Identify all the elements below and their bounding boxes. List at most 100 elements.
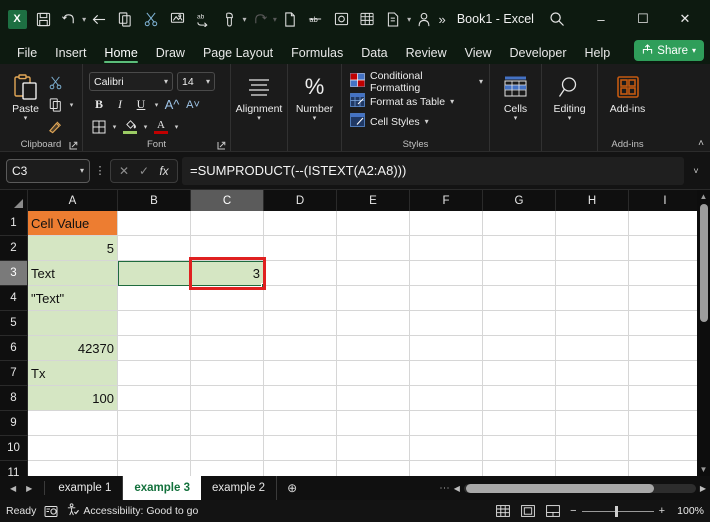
save-icon[interactable] (30, 6, 56, 32)
underline-button[interactable]: U (131, 95, 151, 114)
cell-F4[interactable] (410, 286, 483, 311)
zoom-slider[interactable]: − + (570, 505, 665, 517)
horizontal-scrollbar[interactable] (463, 483, 696, 493)
cell-D6[interactable] (264, 336, 337, 361)
italic-button[interactable]: I (110, 95, 130, 114)
scroll-left-icon[interactable]: ◀ (454, 484, 460, 493)
cell-I8[interactable] (629, 386, 702, 411)
cell-I7[interactable] (629, 361, 702, 386)
cell-B9[interactable] (118, 411, 191, 436)
collapse-ribbon-button[interactable]: ˄ (698, 138, 704, 149)
paste-button[interactable]: Paste ▾ (6, 70, 45, 122)
zoom-thumb[interactable] (614, 505, 618, 517)
cell-G10[interactable] (483, 436, 556, 461)
cell-G2[interactable] (483, 236, 556, 261)
row-header-3[interactable]: 3 (0, 261, 28, 286)
cell-B5[interactable] (118, 311, 191, 336)
number-chevron-down-icon[interactable]: ▾ (313, 115, 317, 122)
name-box[interactable]: C3 ▾ (6, 158, 90, 183)
next-sheet-icon[interactable]: ▶ (26, 484, 32, 493)
cell-E7[interactable] (337, 361, 410, 386)
tab-help[interactable]: Help (576, 46, 620, 64)
cell-G3[interactable] (483, 261, 556, 286)
cell-E8[interactable] (337, 386, 410, 411)
cell-F1[interactable] (410, 211, 483, 236)
tab-draw[interactable]: Draw (147, 46, 194, 64)
enter-formula-button[interactable]: ✓ (135, 164, 153, 178)
cell-C8[interactable] (191, 386, 264, 411)
tab-insert[interactable]: Insert (46, 46, 95, 64)
formula-input[interactable]: =SUMPRODUCT(--(ISTEXT(A2:A8))) (182, 156, 684, 185)
bold-button[interactable]: B (89, 95, 109, 114)
cell-C2[interactable] (191, 236, 264, 261)
cell-D11[interactable] (264, 461, 337, 476)
cell-A11[interactable] (28, 461, 118, 476)
row-header-7[interactable]: 7 (0, 361, 28, 386)
person-icon[interactable] (411, 6, 437, 32)
camera-icon[interactable] (329, 6, 355, 32)
cell-H8[interactable] (556, 386, 629, 411)
cell-styles-button[interactable]: Cell Styles ▾ (350, 113, 483, 130)
cell-I2[interactable] (629, 236, 702, 261)
cut-icon[interactable] (138, 6, 164, 32)
tab-review[interactable]: Review (397, 46, 456, 64)
cell-D1[interactable] (264, 211, 337, 236)
editing-chevron-down-icon[interactable]: ▾ (568, 115, 572, 122)
excel-app-icon[interactable]: X (4, 6, 30, 32)
cell-D8[interactable] (264, 386, 337, 411)
column-header-d[interactable]: D (264, 190, 337, 211)
close-button[interactable]: ✕ (664, 0, 706, 38)
cell-D9[interactable] (264, 411, 337, 436)
normal-view-button[interactable] (495, 504, 511, 518)
row-header-11[interactable]: 11 (0, 461, 28, 476)
cell-A6[interactable]: 42370 (28, 336, 118, 361)
cell-E10[interactable] (337, 436, 410, 461)
row-header-10[interactable]: 10 (0, 436, 28, 461)
share-button[interactable]: Share ▾ (634, 40, 704, 61)
cell-B4[interactable] (118, 286, 191, 311)
column-header-i[interactable]: I (629, 190, 702, 211)
cell-I11[interactable] (629, 461, 702, 476)
select-all-button[interactable] (0, 190, 28, 211)
cell-H7[interactable] (556, 361, 629, 386)
page-break-view-button[interactable] (545, 504, 561, 518)
tab-formulas[interactable]: Formulas (282, 46, 352, 64)
conditional-formatting-button[interactable]: Conditional Formatting ▾ (350, 70, 483, 94)
cell-B8[interactable] (118, 386, 191, 411)
cell-C7[interactable] (191, 361, 264, 386)
cell-I3[interactable] (629, 261, 702, 286)
more-commands-icon[interactable]: » (437, 12, 447, 27)
strikethrough-icon[interactable]: ab (303, 6, 329, 32)
row-header-6[interactable]: 6 (0, 336, 28, 361)
back-icon[interactable] (86, 6, 112, 32)
addins-button[interactable]: Add-ins (605, 70, 651, 115)
editing-button[interactable]: Editing ▾ (548, 70, 591, 122)
sort-filter-icon[interactable] (381, 6, 407, 32)
search-icon[interactable] (534, 0, 580, 38)
cell-I5[interactable] (629, 311, 702, 336)
tab-home[interactable]: Home (95, 46, 146, 64)
cell-H11[interactable] (556, 461, 629, 476)
alignment-chevron-down-icon[interactable]: ▾ (257, 115, 261, 122)
copy-icon[interactable] (112, 6, 138, 32)
cell-B1[interactable] (118, 211, 191, 236)
sheet-tab-example-1[interactable]: example 1 (47, 476, 124, 500)
cell-G11[interactable] (483, 461, 556, 476)
cell-B3[interactable] (118, 261, 191, 286)
scroll-split-handle[interactable]: ⋮ (439, 483, 450, 493)
cell-H10[interactable] (556, 436, 629, 461)
column-header-c[interactable]: C (191, 190, 264, 211)
cancel-formula-button[interactable]: ✕ (115, 164, 133, 178)
borders-button[interactable] (89, 117, 109, 136)
copy-chevron-down-icon[interactable]: ▾ (67, 101, 76, 109)
sheet-tab-example-2[interactable]: example 2 (201, 476, 278, 500)
cell-G6[interactable] (483, 336, 556, 361)
cell-E5[interactable] (337, 311, 410, 336)
cell-E1[interactable] (337, 211, 410, 236)
cells-chevron-down-icon[interactable]: ▾ (514, 115, 518, 122)
cell-F6[interactable] (410, 336, 483, 361)
column-header-g[interactable]: G (483, 190, 556, 211)
prev-sheet-icon[interactable]: ◀ (10, 484, 16, 493)
cell-F10[interactable] (410, 436, 483, 461)
cell-I1[interactable] (629, 211, 702, 236)
